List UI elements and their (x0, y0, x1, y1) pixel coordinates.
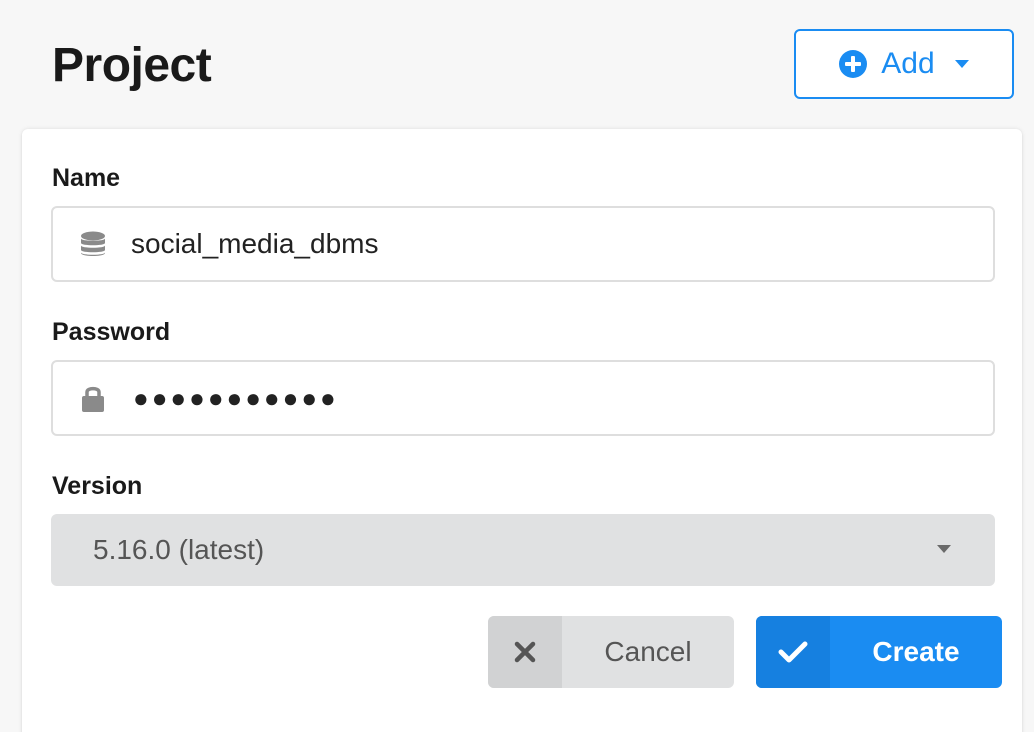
password-field[interactable]: ●●●●●●●●●●● (51, 360, 995, 436)
project-form-card: Name social_media_dbms Password ●●●●●●●●… (22, 129, 1022, 732)
name-field[interactable]: social_media_dbms (51, 206, 995, 282)
add-button-label: Add (881, 47, 935, 80)
name-value: social_media_dbms (131, 228, 379, 259)
plus-circle-icon (839, 50, 868, 78)
cancel-button-label: Cancel (604, 636, 692, 667)
lock-icon (82, 386, 104, 412)
page-header: Project Add (0, 0, 1034, 128)
version-label: Version (52, 472, 143, 500)
page: Project Add Name social_media_dbms Passw… (0, 0, 1034, 732)
version-selected-value: 5.16.0 (latest) (93, 534, 265, 565)
password-label: Password (52, 318, 171, 346)
add-button[interactable]: Add (794, 29, 1014, 99)
password-value: ●●●●●●●●●●● (133, 382, 339, 413)
version-select[interactable]: 5.16.0 (latest) (51, 514, 995, 586)
create-button[interactable]: Create (756, 616, 1002, 688)
caret-down-icon (954, 60, 969, 68)
name-label: Name (52, 164, 121, 192)
database-icon (81, 231, 105, 256)
cancel-icon-area (488, 616, 562, 688)
cancel-button[interactable]: Cancel (488, 616, 734, 688)
create-button-label: Create (872, 636, 960, 667)
page-title: Project (52, 39, 212, 92)
create-icon-area (756, 616, 830, 688)
caret-down-icon (937, 545, 951, 553)
close-icon (514, 641, 536, 663)
check-icon (778, 641, 808, 663)
